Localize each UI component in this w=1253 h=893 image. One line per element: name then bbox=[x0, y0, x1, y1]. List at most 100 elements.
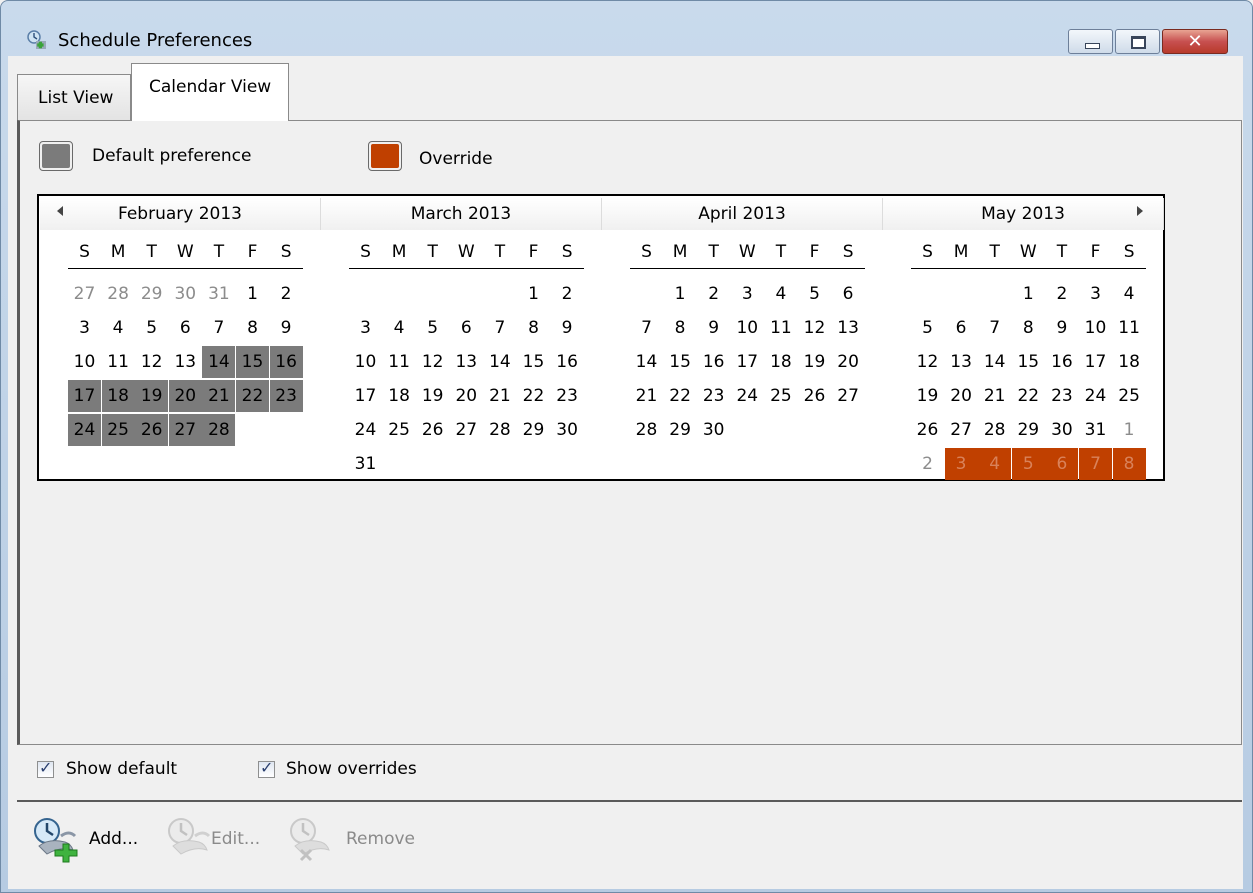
calendar-day[interactable]: 10 bbox=[68, 346, 101, 378]
calendar-day[interactable]: 9 bbox=[697, 312, 730, 344]
calendar-day[interactable]: 12 bbox=[798, 312, 831, 344]
calendar-day[interactable]: 30 bbox=[169, 278, 202, 310]
calendar-day[interactable]: 27 bbox=[450, 414, 483, 446]
calendar-day[interactable]: 28 bbox=[483, 414, 516, 446]
calendar-day[interactable]: 17 bbox=[731, 346, 764, 378]
calendar-day[interactable]: 12 bbox=[416, 346, 449, 378]
show-default-checkbox[interactable] bbox=[37, 758, 54, 778]
calendar-day[interactable]: 2 bbox=[697, 278, 730, 310]
calendar-day[interactable]: 15 bbox=[236, 346, 269, 378]
calendar-day[interactable]: 4 bbox=[102, 312, 135, 344]
calendar-day[interactable]: 8 bbox=[1112, 448, 1146, 480]
calendar-day[interactable]: 14 bbox=[483, 346, 516, 378]
next-month-arrow-icon[interactable] bbox=[1137, 206, 1143, 216]
calendar-day[interactable]: 11 bbox=[383, 346, 416, 378]
calendar-day[interactable]: 25 bbox=[1113, 380, 1146, 412]
calendar-day[interactable]: 22 bbox=[664, 380, 697, 412]
calendar-day[interactable]: 10 bbox=[731, 312, 764, 344]
calendar-day[interactable]: 13 bbox=[450, 346, 483, 378]
calendar-day[interactable]: 14 bbox=[630, 346, 663, 378]
calendar-day[interactable]: 15 bbox=[517, 346, 550, 378]
calendar-day[interactable]: 20 bbox=[450, 380, 483, 412]
month-calendar[interactable]: February 2013 S M T W T F S 27 28 29 30 31 1 2 3 4 5 6 7 8 9 1… bbox=[37, 194, 1165, 481]
calendar-day[interactable]: 15 bbox=[1012, 346, 1045, 378]
calendar-day[interactable]: 6 bbox=[945, 312, 978, 344]
calendar-day[interactable]: 5 bbox=[135, 312, 168, 344]
calendar-day[interactable]: 29 bbox=[517, 414, 550, 446]
calendar-day[interactable]: 22 bbox=[517, 380, 550, 412]
calendar-day[interactable]: 3 bbox=[349, 312, 382, 344]
calendar-day[interactable]: 7 bbox=[202, 312, 235, 344]
calendar-day[interactable]: 23 bbox=[551, 380, 584, 412]
calendar-day[interactable]: 6 bbox=[832, 278, 865, 310]
tab-list-view[interactable]: List View bbox=[17, 74, 131, 120]
calendar-day[interactable]: 22 bbox=[236, 380, 269, 412]
calendar-day[interactable]: 26 bbox=[416, 414, 449, 446]
calendar-day[interactable]: 2 bbox=[911, 448, 944, 480]
edit-button[interactable]: Edit... bbox=[165, 812, 290, 864]
remove-button[interactable]: Remove bbox=[287, 812, 437, 864]
calendar-day[interactable]: 7 bbox=[483, 312, 516, 344]
calendar-day[interactable]: 18 bbox=[383, 380, 416, 412]
calendar-day[interactable]: 24 bbox=[68, 414, 101, 446]
close-button[interactable]: ✕ bbox=[1162, 29, 1228, 54]
calendar-day[interactable]: 29 bbox=[135, 278, 168, 310]
calendar-day[interactable]: 11 bbox=[764, 312, 797, 344]
calendar-day[interactable]: 8 bbox=[517, 312, 550, 344]
calendar-day[interactable]: 3 bbox=[68, 312, 101, 344]
calendar-day[interactable]: 26 bbox=[911, 414, 944, 446]
calendar-day[interactable]: 9 bbox=[551, 312, 584, 344]
calendar-day[interactable]: 20 bbox=[832, 346, 865, 378]
calendar-day[interactable]: 28 bbox=[202, 414, 236, 446]
calendar-day[interactable]: 19 bbox=[416, 380, 449, 412]
calendar-day[interactable]: 15 bbox=[664, 346, 697, 378]
calendar-day[interactable]: 27 bbox=[832, 380, 865, 412]
calendar-day[interactable]: 16 bbox=[269, 346, 303, 378]
calendar-day[interactable]: 24 bbox=[349, 414, 382, 446]
previous-month-arrow-icon[interactable] bbox=[57, 206, 63, 216]
calendar-day[interactable]: 19 bbox=[798, 346, 831, 378]
calendar-day[interactable]: 11 bbox=[102, 346, 135, 378]
calendar-day[interactable]: 10 bbox=[349, 346, 382, 378]
calendar-day[interactable]: 5 bbox=[416, 312, 449, 344]
calendar-day[interactable]: 5 bbox=[911, 312, 944, 344]
calendar-day[interactable]: 24 bbox=[1079, 380, 1112, 412]
calendar-day[interactable]: 3 bbox=[1079, 278, 1112, 310]
calendar-day[interactable]: 30 bbox=[697, 414, 730, 446]
calendar-day[interactable]: 14 bbox=[978, 346, 1011, 378]
calendar-day[interactable]: 12 bbox=[135, 346, 168, 378]
calendar-day[interactable]: 22 bbox=[1012, 380, 1045, 412]
calendar-day[interactable]: 18 bbox=[1113, 346, 1146, 378]
calendar-day[interactable]: 25 bbox=[383, 414, 416, 446]
calendar-day[interactable]: 4 bbox=[383, 312, 416, 344]
calendar-day[interactable]: 21 bbox=[202, 380, 236, 412]
calendar-day[interactable]: 31 bbox=[202, 278, 235, 310]
tab-calendar-view[interactable]: Calendar View bbox=[131, 63, 289, 121]
calendar-day[interactable]: 13 bbox=[945, 346, 978, 378]
add-button[interactable]: Add... bbox=[31, 812, 161, 864]
calendar-day[interactable]: 4 bbox=[978, 448, 1012, 480]
calendar-day[interactable]: 28 bbox=[978, 414, 1011, 446]
calendar-day[interactable]: 13 bbox=[832, 312, 865, 344]
calendar-day[interactable]: 16 bbox=[1045, 346, 1078, 378]
calendar-day[interactable]: 28 bbox=[630, 414, 663, 446]
calendar-day[interactable]: 19 bbox=[135, 380, 169, 412]
calendar-day[interactable]: 19 bbox=[911, 380, 944, 412]
calendar-day[interactable]: 3 bbox=[944, 448, 978, 480]
calendar-day[interactable]: 21 bbox=[483, 380, 516, 412]
calendar-day[interactable]: 31 bbox=[349, 448, 382, 480]
calendar-day[interactable]: 21 bbox=[978, 380, 1011, 412]
calendar-day[interactable]: 7 bbox=[978, 312, 1011, 344]
calendar-day[interactable]: 27 bbox=[945, 414, 978, 446]
calendar-day[interactable]: 17 bbox=[68, 380, 101, 412]
calendar-day[interactable]: 4 bbox=[1113, 278, 1146, 310]
calendar-day[interactable]: 29 bbox=[664, 414, 697, 446]
calendar-day[interactable]: 27 bbox=[168, 414, 202, 446]
calendar-day[interactable]: 17 bbox=[349, 380, 382, 412]
calendar-day[interactable]: 14 bbox=[202, 346, 236, 378]
calendar-day[interactable]: 2 bbox=[270, 278, 303, 310]
calendar-day[interactable]: 7 bbox=[1079, 448, 1112, 480]
calendar-day[interactable]: 6 bbox=[169, 312, 202, 344]
calendar-day[interactable]: 26 bbox=[798, 380, 831, 412]
calendar-day[interactable]: 1 bbox=[1012, 278, 1045, 310]
